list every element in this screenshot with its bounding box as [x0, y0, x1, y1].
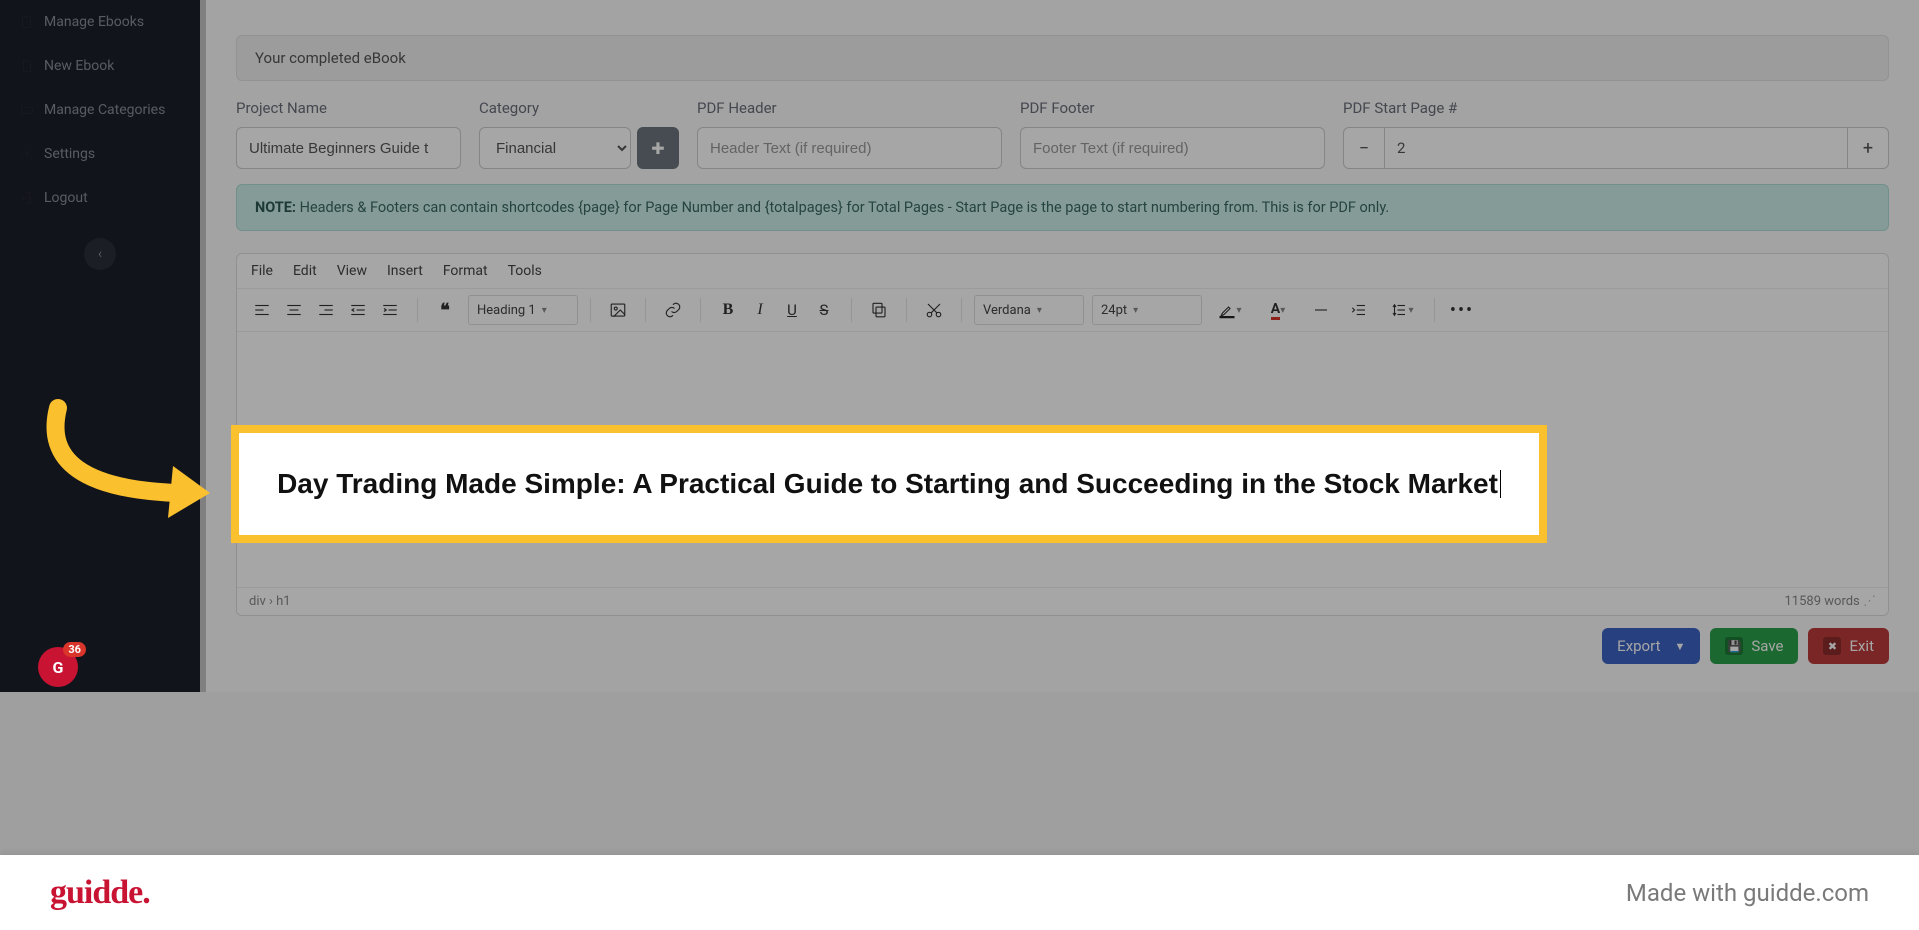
chevron-down-icon: ▾ [542, 305, 547, 316]
pdf-footer-input[interactable] [1020, 127, 1325, 169]
guidde-logo: guidde. [50, 874, 150, 912]
pdf-header-input[interactable] [697, 127, 1002, 169]
editor-statusbar: div › h1 11589 words ⋰ [237, 587, 1888, 615]
indent-button[interactable] [375, 295, 405, 325]
align-left-button[interactable] [247, 295, 277, 325]
document-title-heading[interactable]: Day Trading Made Simple: A Practical Gui… [277, 465, 1501, 503]
editor-toolbar: ❝ Heading 1▾ B I U S [237, 289, 1888, 332]
link-button[interactable] [658, 295, 688, 325]
project-name-label: Project Name [236, 99, 461, 117]
stepper-decrement[interactable]: − [1343, 127, 1385, 169]
font-size-select[interactable]: 24pt▾ [1092, 295, 1202, 325]
minus-icon: − [1359, 138, 1369, 159]
block-format-select[interactable]: Heading 1▾ [468, 295, 578, 325]
guidde-footer: guidde. Made with guidde.com [0, 855, 1919, 930]
note-box: NOTE: Headers & Footers can contain shor… [236, 184, 1889, 231]
plus-icon: ✚ [651, 139, 664, 158]
sidebar-item-label: Manage Categories [44, 102, 165, 118]
sidebar-item-manage-ebooks[interactable]: Manage Ebooks [0, 0, 200, 44]
menu-file[interactable]: File [251, 263, 273, 279]
exit-button[interactable]: ✖ Exit [1808, 628, 1889, 664]
highlight-color-button[interactable]: ▾ [1210, 295, 1250, 325]
guidde-made-label: Made with guidde.com [1626, 879, 1869, 907]
menu-tools[interactable]: Tools [508, 263, 542, 279]
hr-button[interactable] [1306, 295, 1336, 325]
highlighted-editor-heading: Day Trading Made Simple: A Practical Gui… [231, 425, 1547, 543]
project-name-input[interactable] [236, 127, 461, 169]
chevron-down-icon: ▾ [1408, 305, 1413, 316]
chevron-down-icon: ▾ [1236, 305, 1241, 316]
align-right-button[interactable] [311, 295, 341, 325]
start-page-label: PDF Start Page # [1343, 99, 1889, 117]
sidebar-item-manage-categories[interactable]: Manage Categories [0, 88, 200, 132]
chevron-down-icon: ▾ [1280, 305, 1285, 316]
blockquote-button[interactable]: ❝ [430, 295, 460, 325]
sidebar-item-label: New Ebook [44, 58, 114, 74]
section-subtitle: Your completed eBook [236, 35, 1889, 81]
close-icon: ✖ [1823, 637, 1841, 655]
editor-path: div › h1 [249, 594, 291, 609]
folder-icon [20, 103, 34, 117]
menu-insert[interactable]: Insert [387, 263, 423, 279]
menu-edit[interactable]: Edit [293, 263, 317, 279]
strikethrough-button[interactable]: S [809, 295, 839, 325]
sidebar-collapse-button[interactable]: ‹ [0, 238, 200, 270]
text-color-button[interactable]: A ▾ [1258, 295, 1298, 325]
stepper-value[interactable]: 2 [1385, 127, 1847, 169]
book-icon [20, 15, 34, 29]
start-page-stepper: − 2 + [1343, 127, 1889, 169]
more-button[interactable]: ••• [1447, 295, 1477, 325]
sidebar: Manage Ebooks New Ebook Manage Categorie… [0, 0, 200, 692]
avatar-badge: 36 [63, 642, 86, 657]
image-button[interactable] [603, 295, 633, 325]
caret-down-icon: ▼ [1674, 640, 1685, 653]
indent-text-button[interactable] [1344, 295, 1374, 325]
main-panel: Your completed eBook Project Name Catego… [200, 0, 1919, 692]
line-height-button[interactable]: ▾ [1382, 295, 1422, 325]
outdent-button[interactable] [343, 295, 373, 325]
category-label: Category [479, 99, 679, 117]
gear-icon [20, 147, 34, 161]
pdf-header-label: PDF Header [697, 99, 1002, 117]
logout-icon [20, 191, 34, 205]
sidebar-item-new-ebook[interactable]: New Ebook [0, 44, 200, 88]
sidebar-item-settings[interactable]: Settings [0, 132, 200, 176]
editor-word-count: 11589 words [1785, 594, 1860, 609]
italic-button[interactable]: I [745, 295, 775, 325]
export-button[interactable]: Export ▼ [1602, 628, 1700, 664]
chevron-down-icon: ▾ [1133, 305, 1138, 316]
chevron-down-icon: ▾ [1037, 305, 1042, 316]
menu-format[interactable]: Format [443, 263, 488, 279]
form-row: Project Name Category Financial ✚ PDF He… [236, 99, 1889, 169]
save-icon: 💾 [1725, 637, 1743, 655]
avatar[interactable]: G 36 [38, 647, 78, 687]
editor-menubar: File Edit View Insert Format Tools [237, 254, 1888, 289]
underline-button[interactable]: U [777, 295, 807, 325]
file-icon [20, 59, 34, 73]
pdf-footer-label: PDF Footer [1020, 99, 1325, 117]
save-button[interactable]: 💾 Save [1710, 628, 1798, 664]
action-row: Export ▼ 💾 Save ✖ Exit [236, 628, 1889, 664]
cut-button[interactable] [919, 295, 949, 325]
menu-view[interactable]: View [337, 263, 367, 279]
bold-button[interactable]: B [713, 295, 743, 325]
resize-handle-icon[interactable]: ⋰ [1863, 594, 1876, 609]
add-category-button[interactable]: ✚ [637, 127, 679, 169]
font-family-select[interactable]: Verdana▾ [974, 295, 1084, 325]
avatar-glyph: G [53, 658, 64, 677]
note-label: NOTE: [255, 199, 296, 216]
sidebar-item-logout[interactable]: Logout [0, 176, 200, 220]
plus-icon: + [1863, 138, 1873, 159]
sidebar-item-label: Settings [44, 146, 95, 162]
category-select[interactable]: Financial [479, 127, 631, 169]
sidebar-item-label: Logout [44, 190, 88, 206]
align-center-button[interactable] [279, 295, 309, 325]
text-cursor [1500, 470, 1501, 498]
copy-button[interactable] [864, 295, 894, 325]
sidebar-item-label: Manage Ebooks [44, 14, 144, 30]
chevron-left-icon: ‹ [98, 246, 102, 262]
stepper-increment[interactable]: + [1847, 127, 1889, 169]
